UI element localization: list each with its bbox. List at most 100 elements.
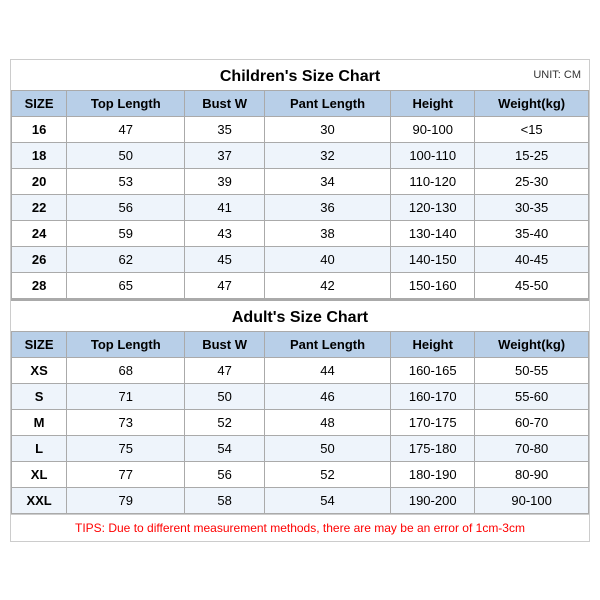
table-row: S715046160-17055-60 (12, 383, 589, 409)
table-cell: 170-175 (391, 409, 475, 435)
tips-text: TIPS: Due to different measurement metho… (75, 521, 525, 535)
table-cell: 45 (185, 246, 265, 272)
table-cell: 47 (185, 272, 265, 298)
table-cell: 48 (264, 409, 390, 435)
table-row: XXL795854190-20090-100 (12, 487, 589, 513)
adult-header-row: SIZE Top Length Bust W Pant Length Heigh… (12, 331, 589, 357)
table-row: 18503732100-11015-25 (12, 142, 589, 168)
table-cell: 175-180 (391, 435, 475, 461)
table-row: L755450175-18070-80 (12, 435, 589, 461)
children-title: Children's Size Chart UNIT: CM (11, 60, 589, 90)
table-row: XL775652180-19080-90 (12, 461, 589, 487)
table-cell: 35 (185, 116, 265, 142)
col-bust-w: Bust W (185, 90, 265, 116)
table-cell: S (12, 383, 67, 409)
table-row: M735248170-17560-70 (12, 409, 589, 435)
table-cell: 47 (185, 357, 265, 383)
adult-col-bust-w: Bust W (185, 331, 265, 357)
table-row: 20533934110-12025-30 (12, 168, 589, 194)
table-cell: 38 (264, 220, 390, 246)
table-cell: 41 (185, 194, 265, 220)
table-cell: 34 (264, 168, 390, 194)
table-cell: 44 (264, 357, 390, 383)
table-cell: 120-130 (391, 194, 475, 220)
table-cell: 26 (12, 246, 67, 272)
table-cell: XXL (12, 487, 67, 513)
col-pant-length: Pant Length (264, 90, 390, 116)
table-row: 26624540140-15040-45 (12, 246, 589, 272)
table-cell: 54 (185, 435, 265, 461)
table-cell: 73 (67, 409, 185, 435)
table-cell: 77 (67, 461, 185, 487)
table-cell: 22 (12, 194, 67, 220)
table-cell: 36 (264, 194, 390, 220)
table-cell: 40-45 (475, 246, 589, 272)
table-cell: 190-200 (391, 487, 475, 513)
table-cell: L (12, 435, 67, 461)
table-cell: 47 (67, 116, 185, 142)
table-cell: 40 (264, 246, 390, 272)
adult-title: Adult's Size Chart (11, 299, 589, 331)
table-cell: 32 (264, 142, 390, 168)
table-cell: 180-190 (391, 461, 475, 487)
unit-label: UNIT: CM (533, 69, 581, 81)
table-row: 22564136120-13030-35 (12, 194, 589, 220)
table-cell: 50 (67, 142, 185, 168)
table-cell: 50-55 (475, 357, 589, 383)
table-cell: 56 (67, 194, 185, 220)
col-height: Height (391, 90, 475, 116)
table-cell: 46 (264, 383, 390, 409)
table-cell: 68 (67, 357, 185, 383)
children-title-text: Children's Size Chart (220, 68, 380, 85)
table-cell: 52 (264, 461, 390, 487)
table-cell: M (12, 409, 67, 435)
table-cell: 50 (185, 383, 265, 409)
table-cell: 150-160 (391, 272, 475, 298)
table-cell: 37 (185, 142, 265, 168)
table-cell: 18 (12, 142, 67, 168)
table-cell: 43 (185, 220, 265, 246)
table-cell: 140-150 (391, 246, 475, 272)
table-cell: 39 (185, 168, 265, 194)
col-top-length: Top Length (67, 90, 185, 116)
table-cell: 59 (67, 220, 185, 246)
adult-tbody: XS684744160-16550-55S715046160-17055-60M… (12, 357, 589, 513)
table-row: 24594338130-14035-40 (12, 220, 589, 246)
table-cell: 110-120 (391, 168, 475, 194)
table-cell: 53 (67, 168, 185, 194)
table-cell: 79 (67, 487, 185, 513)
adult-col-size: SIZE (12, 331, 67, 357)
children-table: SIZE Top Length Bust W Pant Length Heigh… (11, 90, 589, 299)
table-cell: 75 (67, 435, 185, 461)
table-cell: 56 (185, 461, 265, 487)
adult-title-text: Adult's Size Chart (232, 309, 368, 326)
adult-table: SIZE Top Length Bust W Pant Length Heigh… (11, 331, 589, 514)
table-cell: 50 (264, 435, 390, 461)
table-row: 28654742150-16045-50 (12, 272, 589, 298)
table-cell: XL (12, 461, 67, 487)
table-cell: 28 (12, 272, 67, 298)
table-cell: <15 (475, 116, 589, 142)
chart-container: Children's Size Chart UNIT: CM SIZE Top … (10, 59, 590, 542)
table-cell: 80-90 (475, 461, 589, 487)
table-cell: 54 (264, 487, 390, 513)
table-cell: 35-40 (475, 220, 589, 246)
tips-row: TIPS: Due to different measurement metho… (11, 514, 589, 541)
table-cell: 71 (67, 383, 185, 409)
col-weight: Weight(kg) (475, 90, 589, 116)
table-row: XS684744160-16550-55 (12, 357, 589, 383)
children-tbody: 1647353090-100<1518503732100-11015-25205… (12, 116, 589, 298)
table-cell: 20 (12, 168, 67, 194)
table-row: 1647353090-100<15 (12, 116, 589, 142)
table-cell: 42 (264, 272, 390, 298)
table-cell: 58 (185, 487, 265, 513)
table-cell: XS (12, 357, 67, 383)
table-cell: 90-100 (475, 487, 589, 513)
col-size: SIZE (12, 90, 67, 116)
table-cell: 24 (12, 220, 67, 246)
table-cell: 16 (12, 116, 67, 142)
table-cell: 100-110 (391, 142, 475, 168)
adult-col-height: Height (391, 331, 475, 357)
table-cell: 52 (185, 409, 265, 435)
table-cell: 45-50 (475, 272, 589, 298)
